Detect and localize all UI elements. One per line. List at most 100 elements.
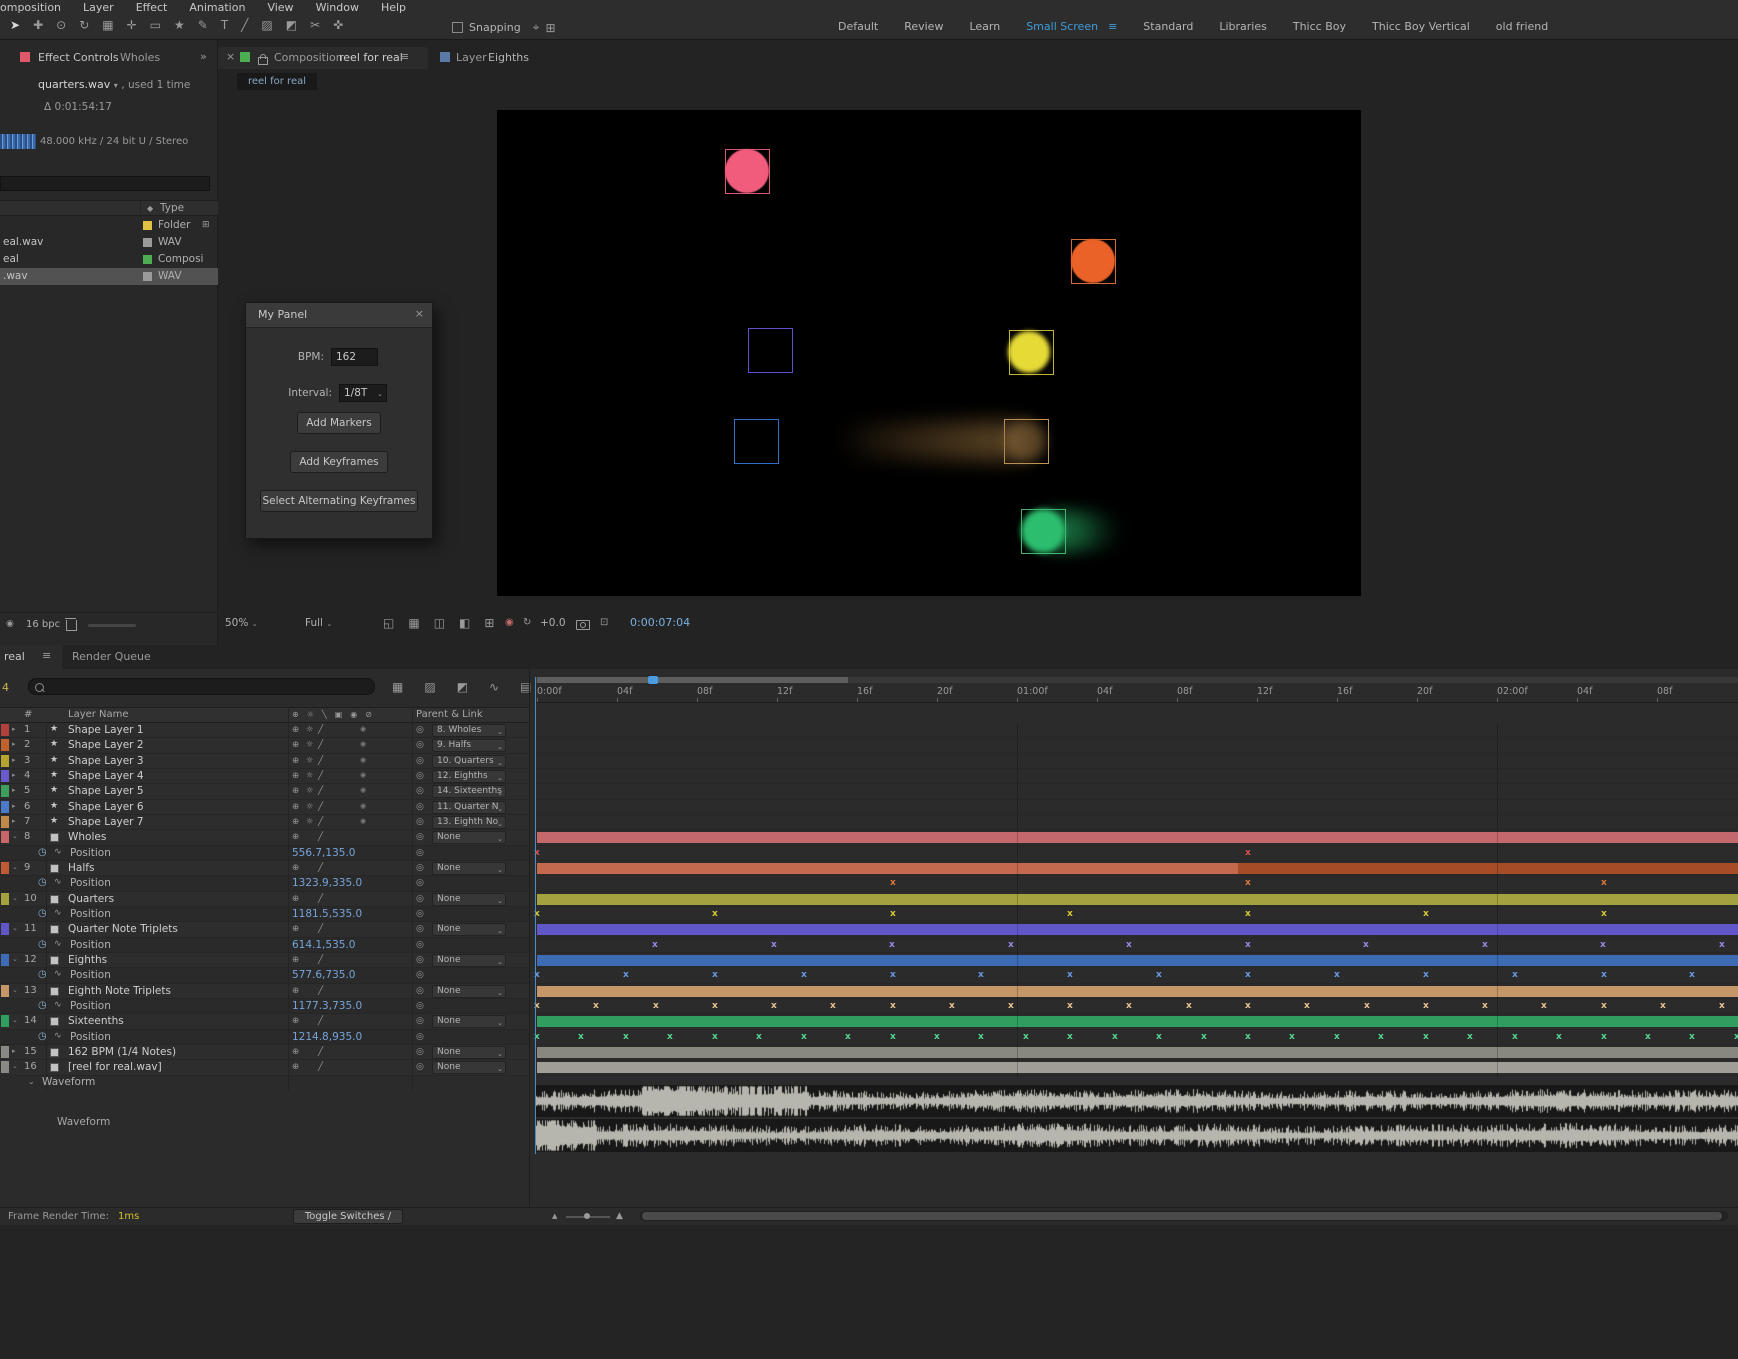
keyframe-marker[interactable]: x [1689,1031,1695,1044]
position-value[interactable]: 1214.8,935.0 [292,1031,362,1043]
video-switch-icon[interactable]: ⊕ [292,863,299,873]
graph-icon[interactable]: ∿ [54,939,62,949]
brush-tool-icon[interactable]: ╱ [241,18,248,32]
twirl-icon[interactable]: ▸ [12,786,16,794]
keyframe-marker[interactable]: x [1067,1000,1073,1013]
parent-select[interactable]: 14. Sixteenths ⌄ [432,785,506,799]
menu-view[interactable]: View [267,1,293,14]
quality-switch-icon[interactable]: ╱ [318,1062,323,1072]
clip-name-row[interactable]: quarters.wav ▾ , used 1 time [38,78,190,91]
layer-duration-bar[interactable] [537,1062,1738,1074]
parent-select[interactable]: 11. Quarter N ⌄ [432,800,506,814]
video-switch-icon[interactable]: ⊕ [292,1016,299,1026]
keyframe-marker[interactable]: x [1423,1031,1429,1044]
exposure-value[interactable]: +0.0 [540,617,566,629]
keyframe-marker[interactable]: x [1289,1031,1295,1044]
twirl-icon[interactable]: ▸ [12,802,16,810]
layer-tab[interactable]: Layer Eighths [436,47,546,69]
keyframe-marker[interactable]: x [1512,1031,1518,1044]
workspace-thicc-boy[interactable]: Thicc Boy [1293,20,1346,33]
keyframe-marker[interactable]: x [1334,1031,1340,1044]
position-value[interactable]: 556.7,135.0 [292,847,355,859]
keyframe-marker[interactable]: x [1541,1000,1547,1013]
keyframe-marker[interactable]: x [889,939,895,952]
clip-dropdown-icon[interactable]: ▾ [114,81,118,90]
keyframe-marker[interactable]: x [978,969,984,982]
twirl-icon[interactable]: ▸ [12,725,16,733]
position-value[interactable]: 1181.5,535.0 [292,908,362,920]
position-value[interactable]: 614.1,535.0 [292,939,355,951]
zoom-slider-handle[interactable] [584,1213,590,1219]
menu-layer[interactable]: Layer [83,1,114,14]
layer-name[interactable]: Halfs [68,862,94,874]
parent-select[interactable]: None ⌄ [432,984,506,998]
graph-icon[interactable]: ∿ [54,969,62,979]
quality-switch-icon[interactable]: ╱ [318,756,323,766]
layer-duration-row[interactable] [535,815,1738,831]
layer-duration-bar[interactable] [537,862,1238,874]
keyframe-marker[interactable]: x [845,1031,851,1044]
layer-row-4[interactable]: ▸ 4 ★ Shape Layer 4 ⊕ ☼ ╱ ◉ ◎ 12. Eighths ⌄ [0,768,529,785]
zoom-in-mountain-icon[interactable]: ▲ [616,1211,623,1221]
eighths-marker-box[interactable] [734,419,779,464]
zoom-out-mountain-icon[interactable]: ▲ [552,1212,557,1220]
layer-row-9[interactable]: ⌄ 9 Halfs ⊕ ╱ ◎ None ⌄ [0,860,529,877]
layer-row-1[interactable]: ▸ 1 ★ Shape Layer 1 ⊕ ☼ ╱ ◉ ◎ 8. Wholes ⌄ [0,723,529,739]
layer-color-chip[interactable] [1,815,9,828]
keyframe-marker[interactable]: x [712,1000,718,1013]
menu-effect[interactable]: Effect [136,1,168,14]
project-filter-field[interactable] [0,176,210,191]
keyframe-marker[interactable]: x [1304,1000,1310,1013]
video-switch-icon[interactable]: ⊕ [292,894,299,904]
keyframe-marker[interactable]: x [712,1031,718,1044]
keyframe-marker[interactable]: x [667,1031,673,1044]
ruler-label[interactable]: 12f [777,686,792,697]
ruler-label[interactable]: 08f [697,686,712,697]
layer-duration-bar[interactable] [537,1016,1738,1028]
bpm-input[interactable] [331,348,378,366]
solo-switch-icon[interactable]: ☼ [306,756,314,766]
video-switch-icon[interactable]: ⊕ [292,786,299,796]
quality-switch-icon[interactable]: ╱ [318,786,323,796]
layer-duration-bar[interactable] [537,954,1738,966]
pick-whip-icon[interactable]: ◎ [416,878,424,888]
keyframe-marker[interactable]: x [1186,1000,1192,1013]
keyframe-row[interactable]: xxxxxxxxxxxxxx [534,968,1738,984]
keyframe-marker[interactable]: x [1245,877,1251,890]
pick-whip-icon[interactable]: ◎ [416,1032,424,1042]
pick-whip-icon[interactable]: ◎ [416,894,424,904]
add-keyframes-button[interactable]: Add Keyframes [290,451,388,473]
layer-color-chip[interactable] [1,861,9,874]
keyframe-marker[interactable]: x [1364,1000,1370,1013]
keyframe-marker[interactable]: x [623,1031,629,1044]
layer-duration-row[interactable] [535,784,1738,800]
keyframe-marker[interactable]: x [1201,1031,1207,1044]
layer-name[interactable]: Shape Layer 4 [68,770,144,782]
keyframe-marker[interactable]: x [771,939,777,952]
keyframe-marker[interactable]: x [1126,939,1132,952]
layer-row-6[interactable]: ▸ 6 ★ Shape Layer 6 ⊕ ☼ ╱ ◉ ◎ 11. Quarter N ⌄ [0,799,529,815]
menu-window[interactable]: Window [316,1,359,14]
graph-icon[interactable]: ∿ [54,908,62,918]
playhead-line[interactable] [535,677,536,1154]
layer-name[interactable]: Shape Layer 7 [68,816,144,828]
effect-controls-tab[interactable]: Effect Controls Wholes » [0,47,218,69]
layer-duration-bar[interactable] [537,985,1738,997]
pick-whip-icon[interactable]: ◎ [416,986,424,996]
layer-color-chip[interactable] [1,923,9,936]
pick-whip-icon[interactable]: ◎ [416,1062,424,1072]
quality-switch-icon[interactable]: ╱ [318,725,323,735]
ruler-label[interactable]: 04f [1577,686,1592,697]
property-label[interactable]: Position [70,969,111,981]
layer-row-16[interactable]: ⌄ 16 [reel for real.wav] ⊕ ╱ ◎ None ⌄ [0,1060,529,1076]
pick-whip-icon[interactable]: ◎ [416,1016,424,1026]
workspace-small-screen[interactable]: Small Screen [1026,20,1098,33]
shape-tool-icon[interactable]: ★ [174,18,185,32]
video-switch-icon[interactable]: ⊕ [292,817,299,827]
layer-duration-row[interactable] [535,800,1738,815]
quality-switch-icon[interactable]: ╱ [318,1016,323,1026]
parent-select[interactable]: 12. Eighths ⌄ [432,769,506,783]
layer-duration-row[interactable] [535,769,1738,785]
project-row-eal[interactable]: eal Composi [0,251,218,268]
ruler-label[interactable]: 0:00f [537,686,562,697]
